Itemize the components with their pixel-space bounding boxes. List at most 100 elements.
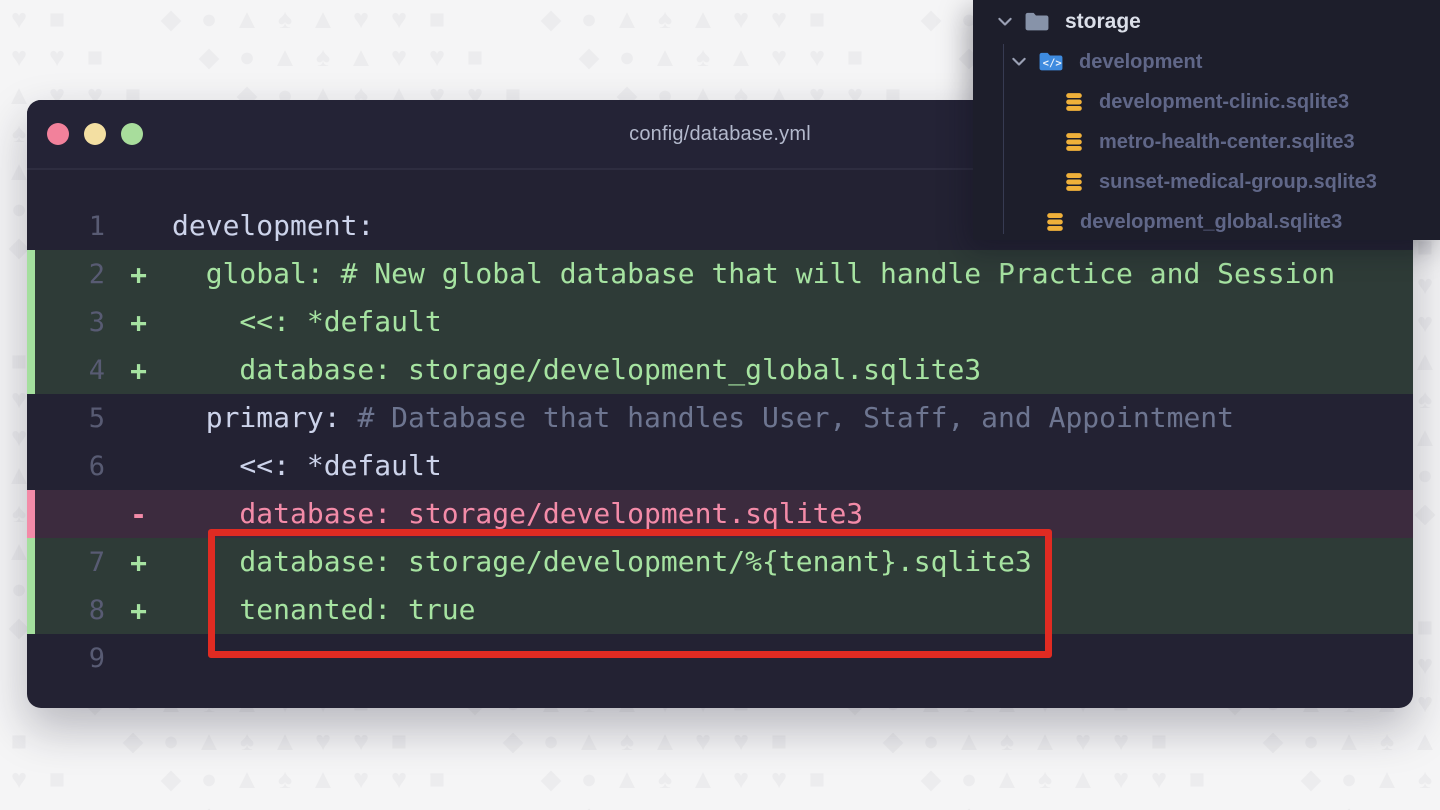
code-line: 4 + database: storage/development_global.… bbox=[27, 346, 1413, 394]
pattern-shape: ■ bbox=[10, 726, 28, 756]
database-icon bbox=[1063, 171, 1085, 193]
tree-item-storage[interactable]: storage bbox=[973, 2, 1440, 42]
code-text: global: # New global database that will … bbox=[172, 257, 1336, 290]
pattern-shape: ♥ bbox=[1178, 798, 1216, 810]
code-line: 8 + tenanted: true bbox=[27, 586, 1413, 634]
pattern-shape: ♥ bbox=[808, 42, 826, 72]
svg-text:</>: </> bbox=[1043, 58, 1062, 70]
pattern-shape: ◆ bbox=[882, 726, 904, 756]
line-number: 3 bbox=[88, 306, 105, 338]
pattern-shape: ♠ bbox=[657, 764, 673, 794]
pattern-shape: ● bbox=[1340, 764, 1358, 794]
pattern-shape: ▲ bbox=[613, 4, 641, 34]
pattern-shape: ■ bbox=[1188, 764, 1206, 794]
pattern-shape: ♥ bbox=[1140, 798, 1178, 810]
database-icon bbox=[1063, 131, 1085, 153]
code-folder-icon: </> bbox=[1037, 48, 1065, 76]
pattern-shape: ◆ bbox=[570, 798, 608, 810]
pattern-shape: ● bbox=[1368, 798, 1406, 810]
line-number: 8 bbox=[88, 594, 105, 626]
pattern-shape: ▲ bbox=[689, 764, 717, 794]
pattern-shape: ◆ bbox=[1300, 764, 1322, 794]
pattern-shape: ◆ bbox=[540, 4, 562, 34]
code-text: database: storage/development_global.sql… bbox=[172, 353, 982, 386]
pattern-shape: ♠ bbox=[695, 42, 711, 72]
pattern-shape: ● bbox=[922, 726, 940, 756]
tree-item-sunset-medical-group-sqlite3[interactable]: sunset-medical-group.sqlite3 bbox=[973, 162, 1440, 202]
database-icon bbox=[1044, 211, 1066, 233]
pattern-shape: ■ bbox=[808, 764, 826, 794]
pattern-shape: ■ bbox=[1150, 726, 1168, 756]
pattern-shape: ▲ bbox=[1373, 764, 1401, 794]
pattern-shape: ■ bbox=[48, 764, 66, 794]
pattern-shape: ▲ bbox=[1406, 798, 1440, 810]
pattern-shape: ▲ bbox=[646, 798, 684, 810]
pattern-shape: ▲ bbox=[309, 4, 337, 34]
pattern-shape: ■ bbox=[86, 42, 104, 72]
pattern-shape: ■ bbox=[836, 798, 874, 810]
pattern-shape: ♥ bbox=[314, 726, 332, 756]
pattern-shape: ♥ bbox=[10, 42, 28, 72]
tree-item-label: metro-health-center.sqlite3 bbox=[1099, 130, 1355, 153]
pattern-shape: ♠ bbox=[657, 4, 673, 34]
diff-marker: + bbox=[130, 353, 147, 387]
pattern-shape: ● bbox=[580, 764, 598, 794]
pattern-shape: ● bbox=[1302, 726, 1320, 756]
pattern-shape: ● bbox=[988, 798, 1026, 810]
tree-item-development-clinic-sqlite3[interactable]: development-clinic.sqlite3 bbox=[973, 82, 1440, 122]
chevron-down-icon[interactable] bbox=[1009, 52, 1029, 72]
line-number: 7 bbox=[88, 546, 105, 578]
pattern-shape: ♥ bbox=[428, 42, 446, 72]
pattern-shape: ▲ bbox=[342, 798, 380, 810]
pattern-shape: ♥ bbox=[1112, 726, 1130, 756]
code-text: <<: *default bbox=[172, 305, 442, 338]
pattern-shape: ♥ bbox=[390, 764, 408, 794]
pattern-shape: ■ bbox=[846, 42, 864, 72]
code-line: 5 primary: # Database that handles User,… bbox=[27, 394, 1413, 442]
pattern-shape: ▲ bbox=[195, 726, 223, 756]
code-editor[interactable]: 1 development: 2 + global: # New global dat… bbox=[27, 170, 1413, 682]
pattern-shape: ♥ bbox=[0, 798, 38, 810]
pattern-shape: ◆ bbox=[160, 764, 182, 794]
tree-item-label: sunset-medical-group.sqlite3 bbox=[1099, 170, 1377, 193]
pattern-shape: ◆ bbox=[950, 798, 988, 810]
pattern-shape: ▲ bbox=[1031, 726, 1059, 756]
code-line: - database: storage/development.sqlite3 bbox=[27, 490, 1413, 538]
pattern-shape: ◆ bbox=[578, 42, 600, 72]
pattern-shape: ▲ bbox=[1069, 764, 1097, 794]
pattern-shape: ◆ bbox=[920, 764, 942, 794]
pattern-shape: ♠ bbox=[1037, 764, 1053, 794]
pattern-shape: ♠ bbox=[277, 764, 293, 794]
pattern-shape: ▲ bbox=[689, 4, 717, 34]
tree-item-label: development_global.sqlite3 bbox=[1080, 210, 1343, 233]
pattern-shape: ▲ bbox=[993, 764, 1021, 794]
pattern-shape: ● bbox=[200, 764, 218, 794]
chevron-down-icon[interactable] bbox=[995, 12, 1015, 32]
pattern-shape: ♠ bbox=[684, 798, 722, 810]
pattern-shape: ● bbox=[228, 798, 266, 810]
pattern-shape: ♥ bbox=[732, 764, 750, 794]
tree-item-metro-health-center-sqlite3[interactable]: metro-health-center.sqlite3 bbox=[973, 122, 1440, 162]
code-text: development: bbox=[172, 209, 375, 242]
tree-item-development-global-sqlite3[interactable]: development_global.sqlite3 bbox=[973, 202, 1440, 242]
pattern-shape: ♥ bbox=[418, 798, 456, 810]
pattern-shape: ■ bbox=[770, 726, 788, 756]
pattern-shape: ♥ bbox=[760, 798, 798, 810]
pattern-shape: ♥ bbox=[380, 798, 418, 810]
pattern-shape: ● bbox=[608, 798, 646, 810]
pattern-shape: ▲ bbox=[1411, 726, 1439, 756]
code-text: tenanted: true bbox=[172, 593, 476, 626]
database-icon bbox=[1063, 91, 1085, 113]
pattern-shape: ▲ bbox=[233, 764, 261, 794]
pattern-shape: ■ bbox=[1216, 798, 1254, 810]
pattern-shape: ▲ bbox=[613, 764, 641, 794]
pattern-shape: ▲ bbox=[347, 42, 375, 72]
pattern-shape: ■ bbox=[48, 4, 66, 34]
tree-item-development[interactable]: </> development bbox=[973, 42, 1440, 82]
pattern-shape: ■ bbox=[456, 798, 494, 810]
pattern-shape: ▲ bbox=[1026, 798, 1064, 810]
diff-marker: + bbox=[130, 305, 147, 339]
pattern-shape: ♥ bbox=[10, 4, 28, 34]
pattern-shape: ● bbox=[200, 4, 218, 34]
pattern-shape: ◆ bbox=[1262, 726, 1284, 756]
